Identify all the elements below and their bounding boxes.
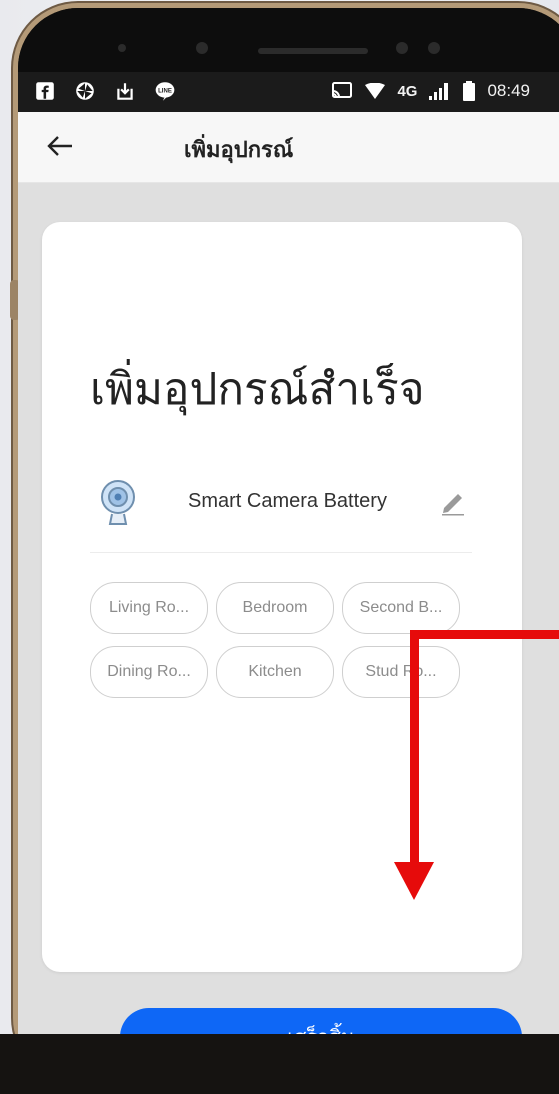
system-status-icons: 4G 08:49 <box>331 81 530 101</box>
wifi-icon <box>365 83 386 99</box>
phone-top-bezel <box>18 8 559 80</box>
page-title: เพิ่มอุปกรณ์ <box>184 138 294 163</box>
room-chip-living-room[interactable]: Living Ro... <box>90 582 208 634</box>
annotation-arrow-vertical <box>410 630 419 870</box>
earpiece-speaker <box>258 48 368 54</box>
status-bar: LINE 4G 08:49 <box>18 72 559 112</box>
divider <box>90 552 472 553</box>
cast-icon <box>332 82 353 98</box>
battery-icon <box>463 81 476 101</box>
sensor-dot <box>118 44 126 52</box>
signal-icon <box>429 83 449 100</box>
app-bar: เพิ่มอุปกรณ์ <box>18 112 559 183</box>
success-heading: เพิ่มอุปกรณ์สำเร็จ <box>90 364 425 415</box>
room-chip-dining-room[interactable]: Dining Ro... <box>90 646 208 698</box>
pinwheel-icon <box>76 82 94 100</box>
clock: 08:49 <box>487 81 530 100</box>
room-chip-bedroom[interactable]: Bedroom <box>216 582 334 634</box>
device-name: Smart Camera Battery <box>188 490 387 512</box>
screen: LINE 4G 08:49 เพิ่มอุปกรณ์ เพิ่มอุปกรณ์ส… <box>18 72 559 1066</box>
room-chip-study-room[interactable]: Stud Ro... <box>342 646 460 698</box>
room-chip-second-bedroom[interactable]: Second B... <box>342 582 460 634</box>
facebook-icon <box>36 82 54 100</box>
notification-icons: LINE <box>34 80 176 102</box>
sensor-dot-right <box>396 42 408 54</box>
network-type: 4G <box>397 82 418 100</box>
download-icon <box>117 83 133 100</box>
success-card: เพิ่มอุปกรณ์สำเร็จ Smart Camera Battery … <box>42 222 522 1066</box>
phone-bottom-bezel <box>0 1034 559 1094</box>
line-icon: LINE <box>155 82 175 101</box>
camera-icon <box>101 480 135 525</box>
annotation-arrow-horizontal <box>410 630 559 639</box>
pencil-icon[interactable] <box>438 486 468 516</box>
svg-text:LINE: LINE <box>158 89 172 95</box>
back-arrow-icon[interactable] <box>46 134 74 158</box>
sensor-dot-far-right <box>428 42 440 54</box>
front-camera <box>196 42 208 54</box>
annotation-arrow-head <box>394 862 434 900</box>
device-row: Smart Camera Battery <box>98 478 468 528</box>
room-chip-kitchen[interactable]: Kitchen <box>216 646 334 698</box>
